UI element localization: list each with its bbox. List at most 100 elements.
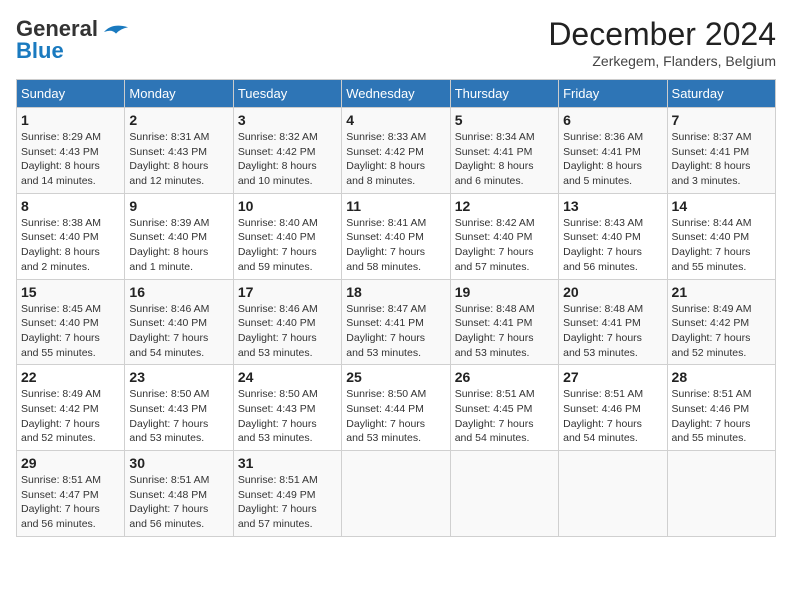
- day-number: 7: [672, 112, 771, 128]
- day-number: 8: [21, 198, 120, 214]
- day-number: 22: [21, 369, 120, 385]
- calendar-cell: 22 Sunrise: 8:49 AM Sunset: 4:42 PM Dayli…: [17, 365, 125, 451]
- day-info: Sunrise: 8:45 AM Sunset: 4:40 PM Dayligh…: [21, 302, 120, 361]
- day-info: Sunrise: 8:47 AM Sunset: 4:41 PM Dayligh…: [346, 302, 445, 361]
- day-number: 17: [238, 284, 337, 300]
- calendar-cell: 10 Sunrise: 8:40 AM Sunset: 4:40 PM Dayli…: [233, 193, 341, 279]
- day-number: 15: [21, 284, 120, 300]
- calendar-cell: 27Sunrise: 8:51 AM Sunset: 4:46 PM Dayli…: [559, 365, 667, 451]
- calendar-cell: 9 Sunrise: 8:39 AM Sunset: 4:40 PM Daylig…: [125, 193, 233, 279]
- col-header-sunday: Sunday: [17, 80, 125, 108]
- calendar-cell: [667, 451, 775, 537]
- day-number: 30: [129, 455, 228, 471]
- calendar-cell: 21Sunrise: 8:49 AM Sunset: 4:42 PM Dayli…: [667, 279, 775, 365]
- day-info: Sunrise: 8:38 AM Sunset: 4:40 PM Dayligh…: [21, 216, 120, 275]
- day-info: Sunrise: 8:50 AM Sunset: 4:43 PM Dayligh…: [129, 387, 228, 446]
- calendar-cell: 29 Sunrise: 8:51 AM Sunset: 4:47 PM Dayli…: [17, 451, 125, 537]
- day-number: 3: [238, 112, 337, 128]
- day-number: 23: [129, 369, 228, 385]
- calendar-cell: 8 Sunrise: 8:38 AM Sunset: 4:40 PM Daylig…: [17, 193, 125, 279]
- calendar-cell: 15 Sunrise: 8:45 AM Sunset: 4:40 PM Dayli…: [17, 279, 125, 365]
- day-info: Sunrise: 8:29 AM Sunset: 4:43 PM Dayligh…: [21, 130, 120, 189]
- day-number: 16: [129, 284, 228, 300]
- calendar-cell: 7 Sunrise: 8:37 AM Sunset: 4:41 PM Daylig…: [667, 108, 775, 194]
- day-number: 1: [21, 112, 120, 128]
- day-info: Sunrise: 8:51 AM Sunset: 4:47 PM Dayligh…: [21, 473, 120, 532]
- calendar-cell: 4 Sunrise: 8:33 AM Sunset: 4:42 PM Daylig…: [342, 108, 450, 194]
- calendar-cell: 14 Sunrise: 8:44 AM Sunset: 4:40 PM Dayli…: [667, 193, 775, 279]
- calendar-cell: 1 Sunrise: 8:29 AM Sunset: 4:43 PM Daylig…: [17, 108, 125, 194]
- day-number: 19: [455, 284, 554, 300]
- col-header-tuesday: Tuesday: [233, 80, 341, 108]
- day-info: Sunrise: 8:32 AM Sunset: 4:42 PM Dayligh…: [238, 130, 337, 189]
- day-number: 27: [563, 369, 662, 385]
- calendar-cell: 19 Sunrise: 8:48 AM Sunset: 4:41 PM Dayli…: [450, 279, 558, 365]
- calendar-cell: 16 Sunrise: 8:46 AM Sunset: 4:40 PM Dayli…: [125, 279, 233, 365]
- logo-bird-icon: [100, 20, 132, 36]
- col-header-thursday: Thursday: [450, 80, 558, 108]
- col-header-friday: Friday: [559, 80, 667, 108]
- calendar-cell: 12 Sunrise: 8:42 AM Sunset: 4:40 PM Dayli…: [450, 193, 558, 279]
- day-number: 18: [346, 284, 445, 300]
- day-number: 14: [672, 198, 771, 214]
- day-info: Sunrise: 8:37 AM Sunset: 4:41 PM Dayligh…: [672, 130, 771, 189]
- calendar-cell: 31 Sunrise: 8:51 AM Sunset: 4:49 PM Dayli…: [233, 451, 341, 537]
- day-info: Sunrise: 8:40 AM Sunset: 4:40 PM Dayligh…: [238, 216, 337, 275]
- day-info: Sunrise: 8:49 AM Sunset: 4:42 PM Dayligh…: [21, 387, 120, 446]
- location: Zerkegem, Flanders, Belgium: [548, 53, 776, 69]
- day-info: Sunrise: 8:34 AM Sunset: 4:41 PM Dayligh…: [455, 130, 554, 189]
- day-number: 13: [563, 198, 662, 214]
- calendar-cell: 6Sunrise: 8:36 AM Sunset: 4:41 PM Daylig…: [559, 108, 667, 194]
- calendar-cell: 11 Sunrise: 8:41 AM Sunset: 4:40 PM Dayli…: [342, 193, 450, 279]
- day-number: 25: [346, 369, 445, 385]
- day-info: Sunrise: 8:51 AM Sunset: 4:49 PM Dayligh…: [238, 473, 337, 532]
- day-number: 9: [129, 198, 228, 214]
- calendar-cell: 3 Sunrise: 8:32 AM Sunset: 4:42 PM Daylig…: [233, 108, 341, 194]
- calendar-cell: 5 Sunrise: 8:34 AM Sunset: 4:41 PM Daylig…: [450, 108, 558, 194]
- day-number: 2: [129, 112, 228, 128]
- calendar-cell: 13 Sunrise: 8:43 AM Sunset: 4:40 PM Dayli…: [559, 193, 667, 279]
- calendar-cell: [342, 451, 450, 537]
- day-number: 11: [346, 198, 445, 214]
- calendar-cell: 20 Sunrise: 8:48 AM Sunset: 4:41 PM Dayli…: [559, 279, 667, 365]
- calendar-cell: [559, 451, 667, 537]
- day-number: 24: [238, 369, 337, 385]
- calendar-cell: 2 Sunrise: 8:31 AM Sunset: 4:43 PM Daylig…: [125, 108, 233, 194]
- day-number: 4: [346, 112, 445, 128]
- title-block: December 2024 Zerkegem, Flanders, Belgiu…: [548, 16, 776, 69]
- col-header-wednesday: Wednesday: [342, 80, 450, 108]
- day-info: Sunrise: 8:51 AM Sunset: 4:48 PM Dayligh…: [129, 473, 228, 532]
- day-info: Sunrise: 8:50 AM Sunset: 4:43 PM Dayligh…: [238, 387, 337, 446]
- day-info: Sunrise: 8:33 AM Sunset: 4:42 PM Dayligh…: [346, 130, 445, 189]
- day-info: Sunrise: 8:46 AM Sunset: 4:40 PM Dayligh…: [129, 302, 228, 361]
- day-number: 28: [672, 369, 771, 385]
- day-number: 31: [238, 455, 337, 471]
- col-header-monday: Monday: [125, 80, 233, 108]
- day-info: Sunrise: 8:31 AM Sunset: 4:43 PM Dayligh…: [129, 130, 228, 189]
- calendar-cell: 25 Sunrise: 8:50 AM Sunset: 4:44 PM Dayli…: [342, 365, 450, 451]
- day-info: Sunrise: 8:43 AM Sunset: 4:40 PM Dayligh…: [563, 216, 662, 275]
- calendar-cell: [450, 451, 558, 537]
- day-number: 10: [238, 198, 337, 214]
- day-info: Sunrise: 8:41 AM Sunset: 4:40 PM Dayligh…: [346, 216, 445, 275]
- logo-blue: Blue: [16, 38, 64, 64]
- calendar-cell: 28Sunrise: 8:51 AM Sunset: 4:46 PM Dayli…: [667, 365, 775, 451]
- day-info: Sunrise: 8:48 AM Sunset: 4:41 PM Dayligh…: [455, 302, 554, 361]
- calendar-cell: 24 Sunrise: 8:50 AM Sunset: 4:43 PM Dayli…: [233, 365, 341, 451]
- day-number: 12: [455, 198, 554, 214]
- day-info: Sunrise: 8:48 AM Sunset: 4:41 PM Dayligh…: [563, 302, 662, 361]
- day-info: Sunrise: 8:39 AM Sunset: 4:40 PM Dayligh…: [129, 216, 228, 275]
- calendar-cell: 18 Sunrise: 8:47 AM Sunset: 4:41 PM Dayli…: [342, 279, 450, 365]
- day-info: Sunrise: 8:42 AM Sunset: 4:40 PM Dayligh…: [455, 216, 554, 275]
- calendar-cell: 23 Sunrise: 8:50 AM Sunset: 4:43 PM Dayli…: [125, 365, 233, 451]
- day-info: Sunrise: 8:51 AM Sunset: 4:45 PM Dayligh…: [455, 387, 554, 446]
- day-info: Sunrise: 8:50 AM Sunset: 4:44 PM Dayligh…: [346, 387, 445, 446]
- day-info: Sunrise: 8:49 AM Sunset: 4:42 PM Dayligh…: [672, 302, 771, 361]
- calendar-cell: 17Sunrise: 8:46 AM Sunset: 4:40 PM Dayli…: [233, 279, 341, 365]
- day-number: 20: [563, 284, 662, 300]
- day-number: 6: [563, 112, 662, 128]
- calendar-cell: 26Sunrise: 8:51 AM Sunset: 4:45 PM Dayli…: [450, 365, 558, 451]
- day-info: Sunrise: 8:44 AM Sunset: 4:40 PM Dayligh…: [672, 216, 771, 275]
- day-number: 29: [21, 455, 120, 471]
- day-number: 5: [455, 112, 554, 128]
